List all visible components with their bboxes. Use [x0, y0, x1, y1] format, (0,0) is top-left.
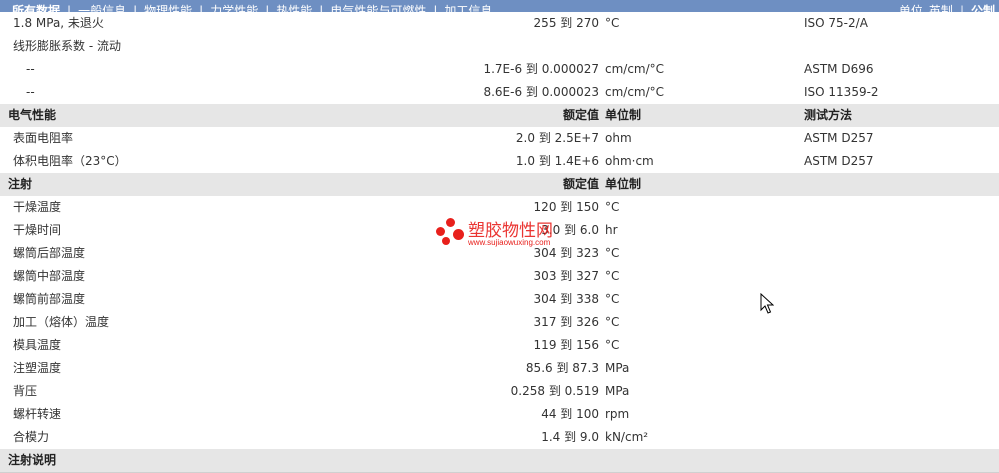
property-name: 螺筒中部温度: [13, 269, 86, 283]
property-value: 317 到 326: [533, 315, 599, 329]
property-name: --: [26, 62, 35, 76]
property-unit: cm/cm/°C: [605, 85, 665, 99]
table-row: 螺筒前部温度 304 到 338 °C: [0, 288, 999, 312]
test-method: ASTM D257: [804, 154, 874, 168]
property-unit: MPa: [605, 361, 630, 375]
property-name: 体积电阻率（23°C）: [13, 154, 127, 168]
property-name: --: [26, 85, 35, 99]
test-method: ISO 11359-2: [804, 85, 879, 99]
property-name: 注塑温度: [13, 361, 62, 375]
table-row: 螺筒中部温度 303 到 327 °C: [0, 265, 999, 289]
watermark-logo: 塑胶物性网 www.sujiaowuxing.com: [436, 214, 566, 250]
table-row: 合模力 1.4 到 9.0 kN/cm²: [0, 426, 999, 450]
property-unit: °C: [605, 269, 620, 283]
test-method: ASTM D257: [804, 131, 874, 145]
property-unit: °C: [605, 16, 620, 30]
section-title: 电气性能: [8, 108, 57, 122]
unit-header: 单位制: [605, 177, 642, 191]
property-name: 合模力: [13, 430, 50, 444]
table-row: 背压 0.258 到 0.519 MPa: [0, 380, 999, 404]
property-value: 1.0 到 1.4E+6: [515, 154, 599, 168]
property-unit: rpm: [605, 407, 630, 421]
property-name: 1.8 MPa, 未退火: [13, 16, 104, 30]
property-name: 螺筒后部温度: [13, 246, 86, 260]
property-value: 1.7E-6 到 0.000027: [483, 62, 599, 76]
property-unit: °C: [605, 338, 620, 352]
property-value: 119 到 156: [533, 338, 599, 352]
property-name: 干燥时间: [13, 223, 62, 237]
rated-value-header: 额定值: [562, 108, 599, 122]
table-row: -- 8.6E-6 到 0.000023 cm/cm/°C ISO 11359-2: [0, 81, 999, 105]
property-unit: kN/cm²: [605, 430, 649, 444]
table-row: 体积电阻率（23°C） 1.0 到 1.4E+6 ohm·cm ASTM D257: [0, 150, 999, 174]
table-row: 线形膨胀系数 - 流动: [0, 35, 999, 59]
property-unit: hr: [605, 223, 618, 237]
property-name: 干燥温度: [13, 200, 62, 214]
watermark-url: www.sujiaowuxing.com: [468, 238, 551, 247]
section-header-row: 电气性能 额定值 单位制 测试方法: [0, 104, 999, 128]
property-value: 85.6 到 87.3: [525, 361, 599, 375]
section-title: 注射: [8, 177, 33, 191]
property-unit: ohm: [605, 131, 632, 145]
property-name: 背压: [13, 384, 38, 398]
property-name: 线形膨胀系数 - 流动: [13, 39, 121, 53]
property-name: 模具温度: [13, 338, 62, 352]
property-unit: ohm·cm: [605, 154, 654, 168]
property-value: 255 到 270: [533, 16, 599, 30]
property-value: 8.6E-6 到 0.000023: [483, 85, 599, 99]
property-value: 2.0 到 2.5E+7: [515, 131, 599, 145]
table-row: 螺杆转速 44 到 100 rpm: [0, 403, 999, 427]
test-method-header: 测试方法: [804, 108, 853, 122]
table-row: 1.8 MPa, 未退火 255 到 270 °C ISO 75-2/A: [0, 12, 999, 36]
property-name: 螺筒前部温度: [13, 292, 86, 306]
test-method: ISO 75-2/A: [804, 16, 868, 30]
table-row: 加工（熔体）温度 317 到 326 °C: [0, 311, 999, 335]
property-unit: °C: [605, 292, 620, 306]
property-unit: °C: [605, 246, 620, 260]
property-unit: °C: [605, 200, 620, 214]
property-value: 1.4 到 9.0: [541, 430, 599, 444]
property-value: 304 到 338: [533, 292, 599, 306]
property-unit: cm/cm/°C: [605, 62, 665, 76]
property-name: 螺杆转速: [13, 407, 62, 421]
mouse-cursor-icon: [760, 293, 774, 314]
unit-header: 单位制: [605, 108, 642, 122]
property-name: 加工（熔体）温度: [13, 315, 110, 329]
property-value: 0.258 到 0.519: [510, 384, 599, 398]
table-row: 模具温度 119 到 156 °C: [0, 334, 999, 358]
property-name: 表面电阻率: [13, 131, 74, 145]
table-row: 表面电阻率 2.0 到 2.5E+7 ohm ASTM D257: [0, 127, 999, 151]
table-row: 注塑温度 85.6 到 87.3 MPa: [0, 357, 999, 381]
watermark-dots-icon: [436, 218, 466, 248]
property-value: 303 到 327: [533, 269, 599, 283]
rated-value-header: 额定值: [562, 177, 599, 191]
section-header-row: 注射说明: [0, 449, 999, 473]
property-value: 44 到 100: [541, 407, 599, 421]
section-title: 注射说明: [8, 453, 57, 467]
test-method: ASTM D696: [804, 62, 874, 76]
section-header-row: 注射 额定值 单位制: [0, 173, 999, 197]
property-unit: MPa: [605, 384, 630, 398]
table-row: -- 1.7E-6 到 0.000027 cm/cm/°C ASTM D696: [0, 58, 999, 82]
property-unit: °C: [605, 315, 620, 329]
